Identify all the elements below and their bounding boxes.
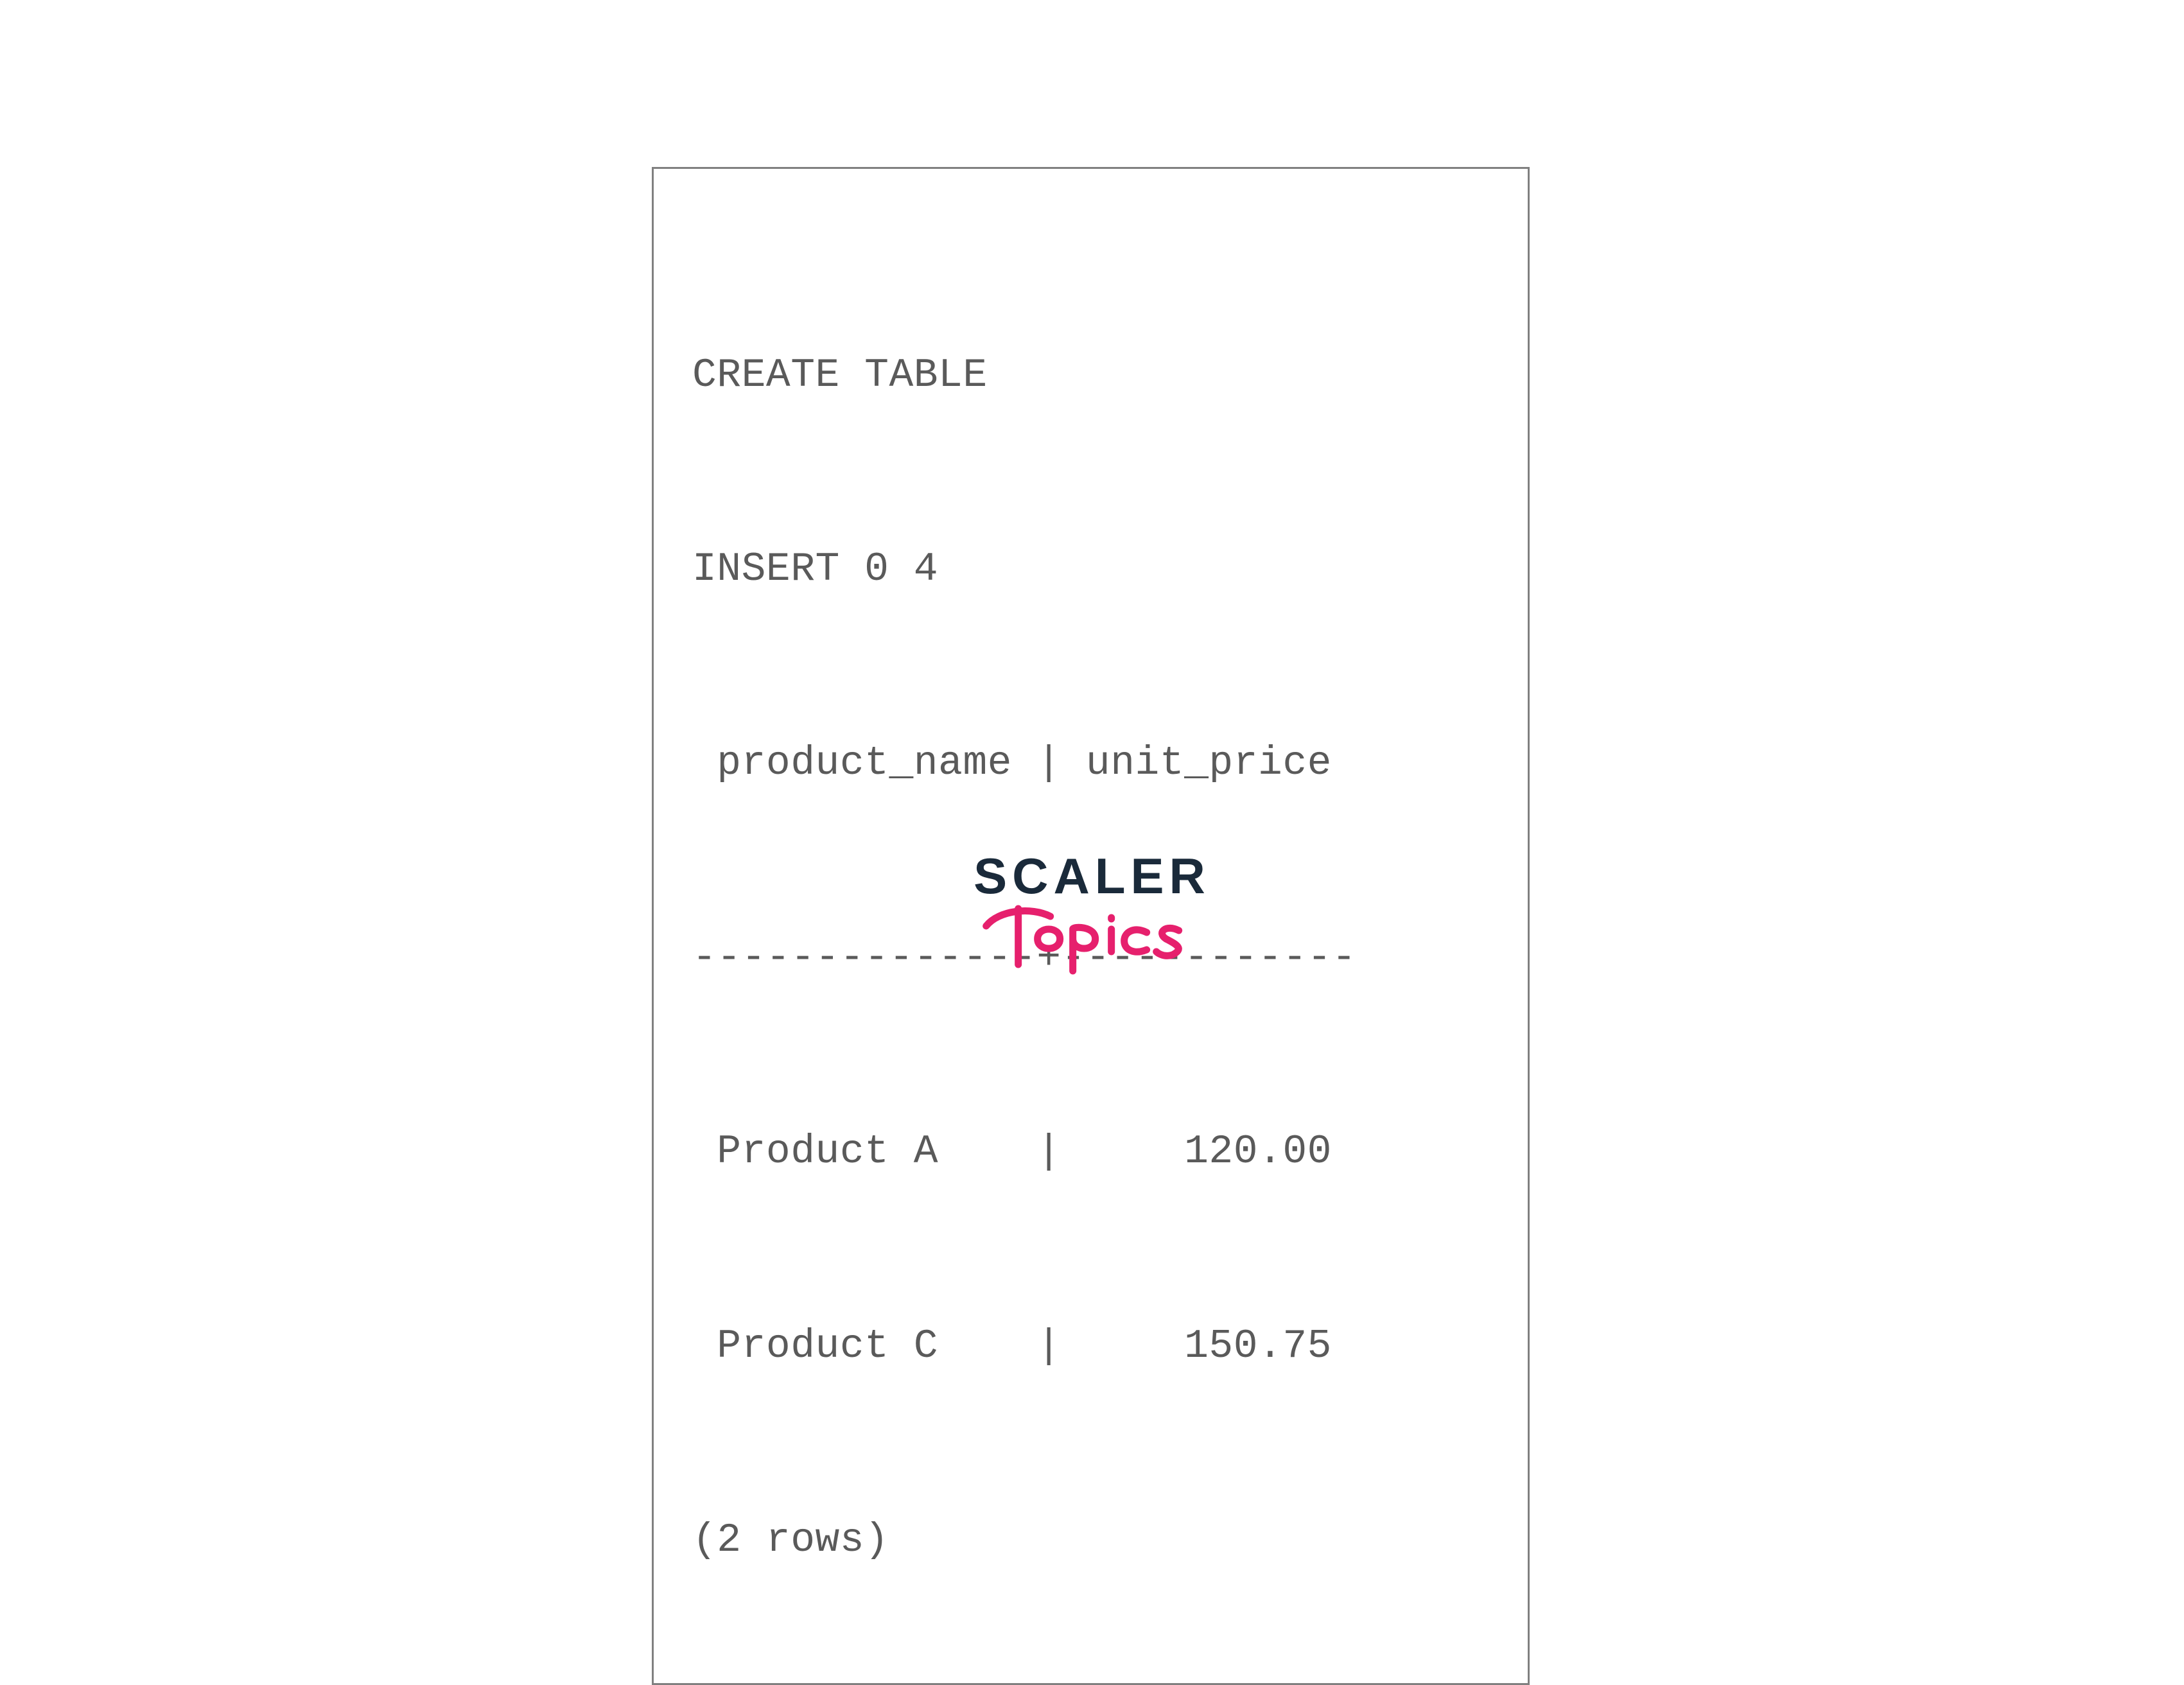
terminal-line: Product C | 150.75	[692, 1314, 1489, 1379]
logo-scaler-text: SCALER	[974, 851, 1210, 901]
terminal-line: product_name | unit_price	[692, 731, 1489, 796]
logo-topics-text	[974, 897, 1210, 984]
terminal-line: INSERT 0 4	[692, 537, 1489, 602]
terminal-line: Product A | 120.00	[692, 1120, 1489, 1185]
terminal-line: (2 rows)	[692, 1508, 1489, 1573]
brand-logo: SCALER	[974, 851, 1210, 984]
terminal-line: CREATE TABLE	[692, 344, 1489, 408]
